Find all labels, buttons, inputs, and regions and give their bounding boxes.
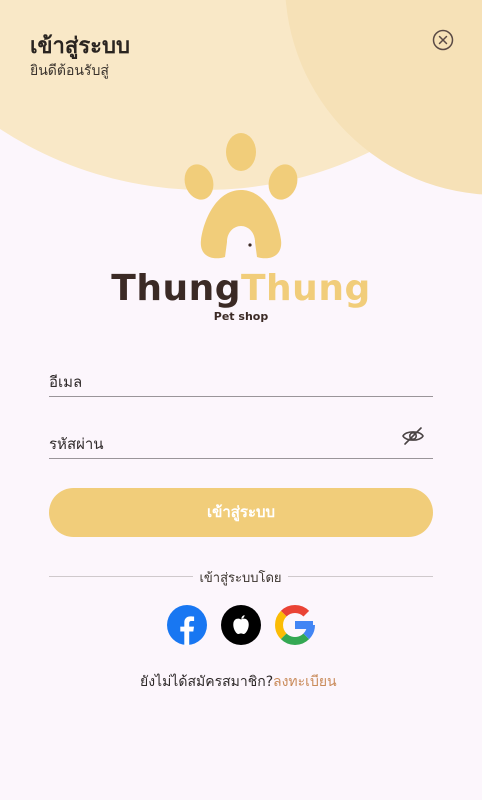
facebook-login-button[interactable] xyxy=(167,605,207,645)
apple-login-button[interactable] xyxy=(221,605,261,645)
eye-off-icon xyxy=(402,427,424,445)
apple-icon xyxy=(221,605,261,645)
paw-icon xyxy=(184,133,298,260)
social-login-divider-label: เข้าสู่ระบบโดย xyxy=(199,571,282,586)
brand-logo: ThungThung Pet shop xyxy=(100,128,382,328)
page-subtitle: ยินดีต้อนรับสู่ xyxy=(30,63,109,79)
brand-name: ThungThung xyxy=(100,268,382,309)
close-icon xyxy=(432,29,454,51)
divider-right xyxy=(288,576,433,577)
google-icon xyxy=(275,605,315,645)
close-button[interactable] xyxy=(432,29,454,51)
email-field[interactable]: อีเมล xyxy=(49,366,433,397)
brand-name-part2: Thung xyxy=(241,268,371,309)
signup-question: ยังไม่ได้สมัครสมาชิก? xyxy=(140,674,274,690)
password-label: รหัสผ่าน xyxy=(49,435,104,453)
email-label: อีเมล xyxy=(49,373,83,391)
google-login-button[interactable] xyxy=(275,605,315,645)
facebook-icon xyxy=(167,605,207,645)
page-title: เข้าสู่ระบบ xyxy=(30,34,130,59)
password-field[interactable]: รหัสผ่าน xyxy=(49,427,433,459)
brand-name-part1: Thung xyxy=(111,268,241,309)
brand-tagline: Pet shop xyxy=(213,310,269,323)
divider-left xyxy=(49,576,193,577)
login-button[interactable]: เข้าสู่ระบบ xyxy=(49,488,433,537)
password-visibility-toggle[interactable] xyxy=(401,424,425,448)
register-link[interactable]: ลงทะเบียน xyxy=(273,671,337,693)
